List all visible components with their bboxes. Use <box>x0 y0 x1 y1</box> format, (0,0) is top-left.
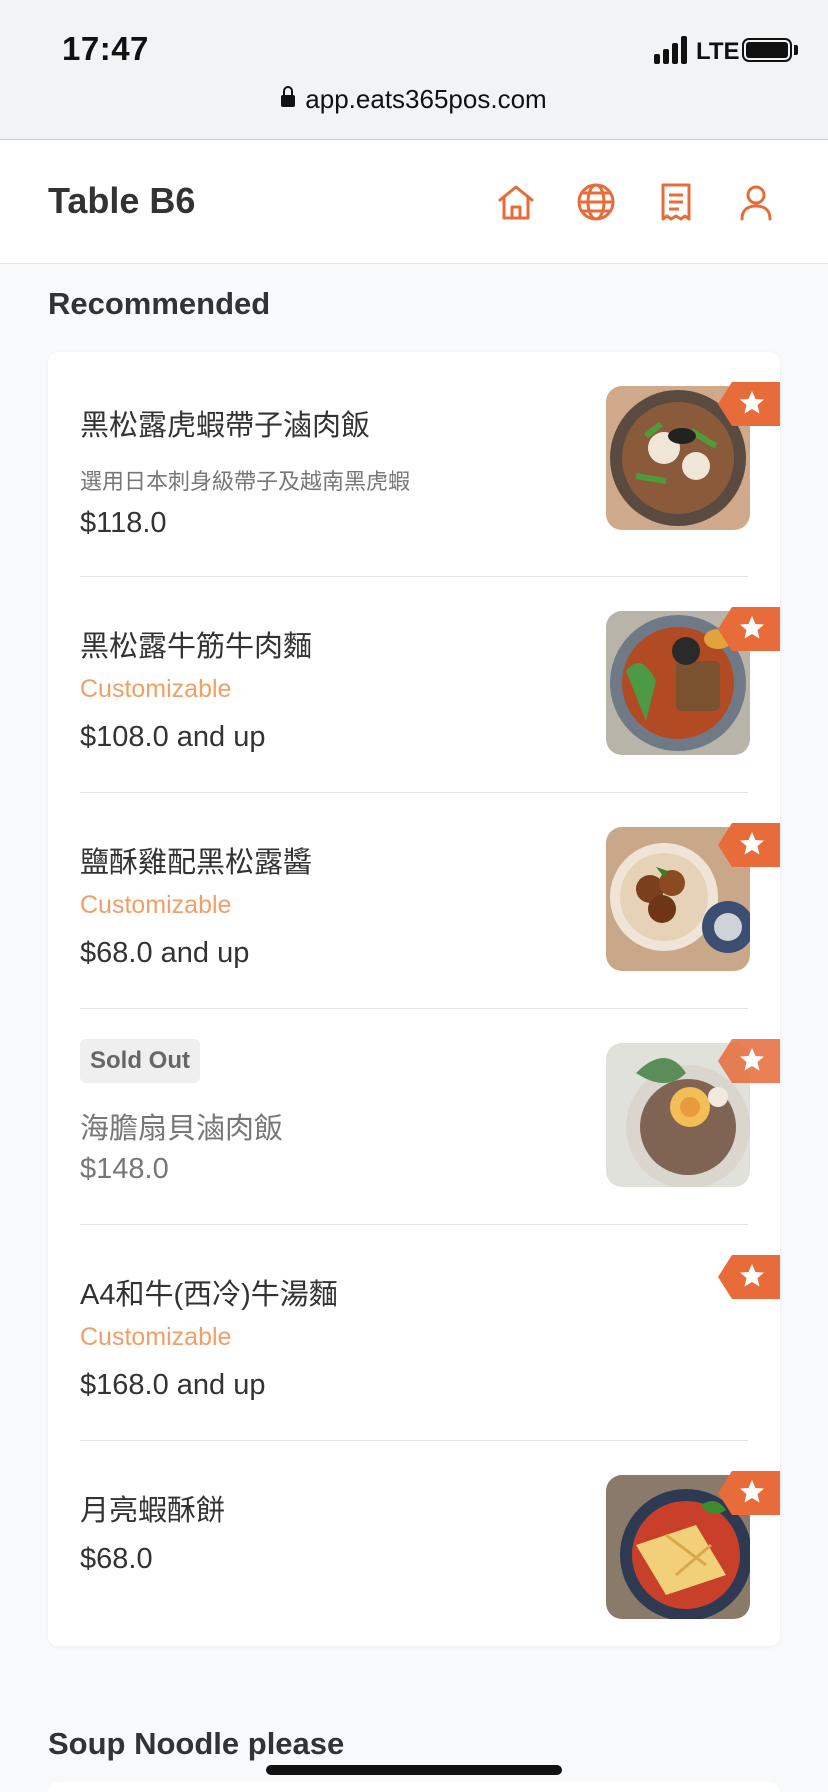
globe-icon[interactable] <box>574 180 618 224</box>
menu-item[interactable]: 黑松露牛筋牛肉麵 Customizable $108.0 and up <box>48 577 780 793</box>
section-title-soup-noodle: Soup Noodle please <box>48 1726 345 1761</box>
item-price: $108.0 and up <box>80 721 266 753</box>
table-title: Table B6 <box>48 180 196 221</box>
app-header: Table B6 <box>0 140 828 264</box>
favorite-badge <box>718 823 780 867</box>
item-price: $118.0 <box>80 507 167 539</box>
favorite-badge <box>718 607 780 651</box>
sold-out-badge: Sold Out <box>80 1039 200 1083</box>
item-name: 黑松露虎蝦帶子滷肉飯 <box>80 410 371 442</box>
favorite-badge <box>718 382 780 426</box>
item-price: $148.0 <box>80 1153 169 1185</box>
item-name: 月亮蝦酥餅 <box>80 1495 226 1527</box>
user-icon[interactable] <box>734 180 778 224</box>
recommended-list: 黑松露虎蝦帶子滷肉飯 選用日本刺身級帶子及越南黑虎蝦 $118.0 黑松露牛筋牛… <box>48 352 780 1646</box>
customizable-label: Customizable <box>80 1323 232 1351</box>
favorite-badge <box>718 1039 780 1083</box>
menu-item[interactable]: 黑松露虎蝦帶子滷肉飯 選用日本刺身級帶子及越南黑虎蝦 $118.0 <box>48 352 780 577</box>
next-section-card <box>48 1782 780 1792</box>
home-indicator <box>266 1765 562 1775</box>
item-price: $68.0 <box>80 1543 153 1575</box>
menu-item-sold-out[interactable]: Sold Out 海膽扇貝滷肉飯 $148.0 <box>48 1009 780 1225</box>
item-name: 黑松露牛筋牛肉麵 <box>80 631 313 663</box>
menu-item[interactable]: 月亮蝦酥餅 $68.0 <box>48 1441 780 1646</box>
item-price: $68.0 and up <box>80 937 250 969</box>
cellular-signal-icon <box>654 36 690 64</box>
battery-icon <box>742 38 792 62</box>
status-time: 17:47 <box>62 30 149 67</box>
item-price: $168.0 and up <box>80 1369 266 1401</box>
receipt-icon[interactable] <box>654 180 698 224</box>
section-title-recommended: Recommended <box>48 286 271 321</box>
battery-tip <box>794 45 798 55</box>
item-name: 鹽酥雞配黑松露醬 <box>80 847 313 879</box>
item-name: A4和牛(西冷)牛湯麵 <box>80 1279 338 1311</box>
item-name: 海膽扇貝滷肉飯 <box>80 1113 284 1145</box>
status-bar: 17:47 LTE app.eats365pos.com <box>0 0 828 140</box>
lock-icon <box>281 86 296 107</box>
favorite-badge <box>718 1471 780 1515</box>
customizable-label: Customizable <box>80 891 232 919</box>
home-icon[interactable] <box>494 180 538 224</box>
customizable-label: Customizable <box>80 675 232 703</box>
menu-item[interactable]: 鹽酥雞配黑松露醬 Customizable $68.0 and up <box>48 793 780 1009</box>
address-bar[interactable]: app.eats365pos.com <box>0 84 828 115</box>
network-type: LTE <box>696 38 740 65</box>
favorite-badge <box>718 1255 780 1299</box>
url-text: app.eats365pos.com <box>305 84 547 114</box>
item-description: 選用日本刺身級帶子及越南黑虎蝦 <box>80 469 411 494</box>
menu-item[interactable]: A4和牛(西冷)牛湯麵 Customizable $168.0 and up <box>48 1225 780 1441</box>
